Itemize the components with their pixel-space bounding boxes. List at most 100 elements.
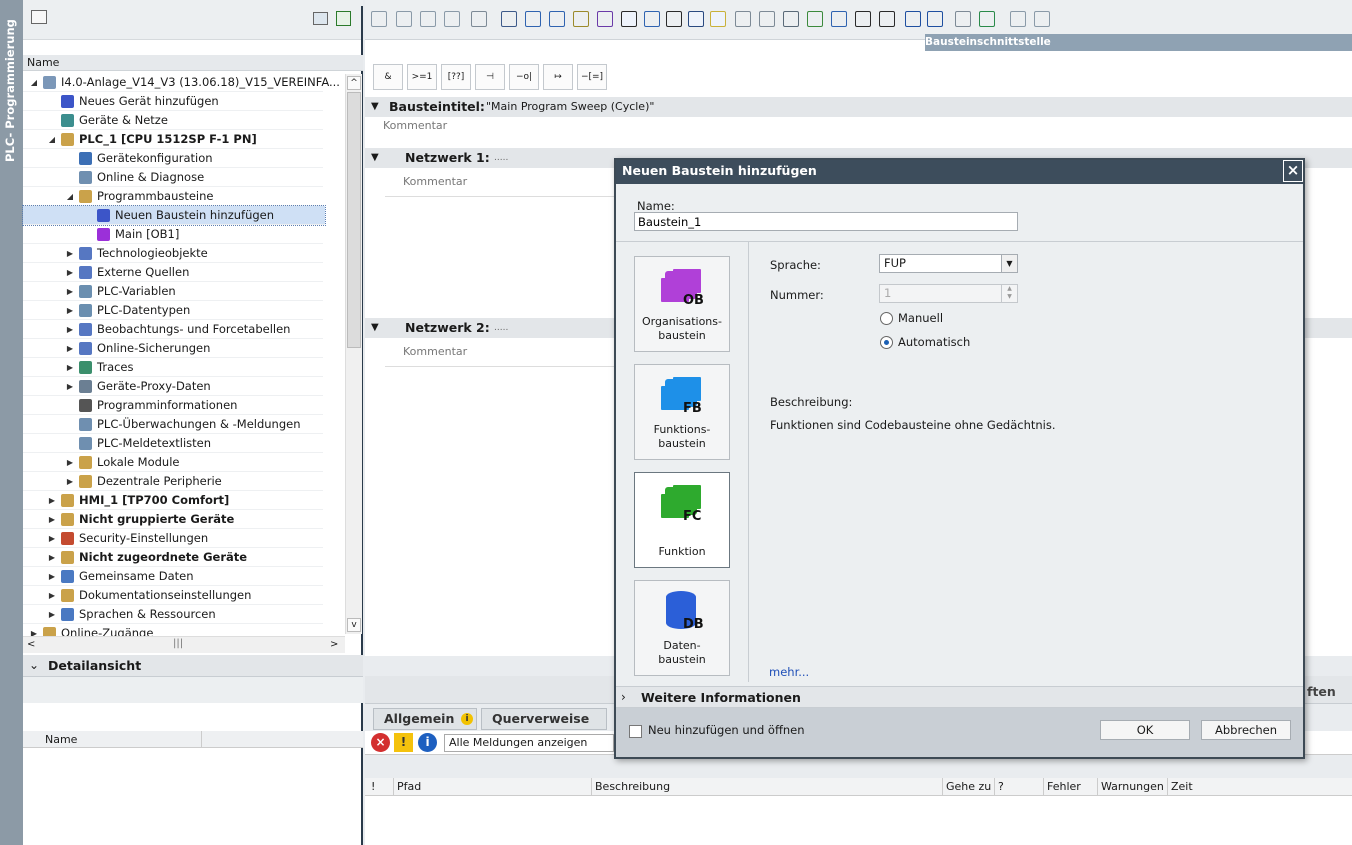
tree-item[interactable]: ▶ Dezentrale Peripherie (23, 472, 323, 491)
logic-element-button[interactable]: & (373, 64, 403, 90)
logic-element-button[interactable]: −[=] (577, 64, 607, 90)
toolbar-button-icon[interactable] (420, 11, 436, 27)
column-header[interactable]: Beschreibung (595, 780, 670, 793)
toolbar-button-icon[interactable] (549, 11, 565, 27)
toolbar-button-icon[interactable] (644, 11, 660, 27)
logic-element-button[interactable]: [??] (441, 64, 471, 90)
toolbar-button-icon[interactable] (710, 11, 726, 27)
tree-item[interactable]: ▶ Dokumentationseinstellungen (23, 586, 323, 605)
toolbar-button-icon[interactable] (759, 11, 775, 27)
collapsed-arrow-icon[interactable]: ▶ (65, 472, 75, 491)
toolbar-button-icon[interactable] (666, 11, 682, 27)
collapsed-arrow-icon[interactable]: ▶ (65, 244, 75, 263)
add-open-checkbox[interactable] (629, 725, 642, 738)
toolbar-button-icon[interactable] (525, 11, 541, 27)
toolbar-button-icon[interactable] (831, 11, 847, 27)
tree-item[interactable]: Neues Gerät hinzufügen (23, 92, 323, 111)
portal-side-tab[interactable]: PLC- Programmierung (0, 0, 23, 845)
tree-sync-icon[interactable] (336, 11, 351, 26)
tree-item[interactable]: Online & Diagnose (23, 168, 323, 187)
tree-item[interactable]: ▶ Nicht gruppierte Geräte (23, 510, 323, 529)
toolbar-button-icon[interactable] (471, 11, 487, 27)
tree-item[interactable]: Neuen Baustein hinzufügen (22, 205, 326, 226)
tree-item[interactable]: ▶ Traces (23, 358, 323, 377)
chevron-down-icon[interactable]: ▼ (371, 318, 379, 338)
logic-element-button[interactable]: ↦ (543, 64, 573, 90)
tree-home-icon[interactable] (31, 10, 47, 24)
automatic-radio[interactable] (880, 336, 893, 349)
toolbar-button-icon[interactable] (501, 11, 517, 27)
block-type-fb-button[interactable]: FB Funktions-baustein (634, 364, 730, 460)
chevron-down-icon[interactable]: ▼ (1001, 255, 1017, 272)
number-stepper[interactable]: 1 ▲ ▼ (879, 284, 1018, 303)
toolbar-button-icon[interactable] (855, 11, 871, 27)
language-select[interactable]: FUP ▼ (879, 254, 1018, 273)
ok-button[interactable]: OK (1100, 720, 1190, 740)
logic-element-button[interactable]: >=1 (407, 64, 437, 90)
more-link[interactable]: mehr... (769, 665, 809, 679)
more-info-header[interactable]: › Weitere Informationen (616, 686, 1303, 708)
toolbar-button-icon[interactable] (396, 11, 412, 27)
expanded-arrow-icon[interactable]: ◢ (47, 130, 57, 149)
tree-item[interactable]: ▶ Security-Einstellungen (23, 529, 323, 548)
toolbar-button-icon[interactable] (597, 11, 613, 27)
toolbar-button-icon[interactable] (927, 11, 943, 27)
tree-item[interactable]: ▶ Externe Quellen (23, 263, 323, 282)
collapsed-arrow-icon[interactable]: ▶ (65, 263, 75, 282)
collapsed-arrow-icon[interactable]: ▶ (47, 491, 57, 510)
tree-item[interactable]: ▶ HMI_1 [TP700 Comfort] (23, 491, 323, 510)
column-header[interactable]: Zeit (1171, 780, 1193, 793)
tree-view-icon[interactable] (313, 12, 328, 25)
toolbar-button-icon[interactable] (735, 11, 751, 27)
tree-item[interactable]: Geräte & Netze (23, 111, 323, 130)
collapsed-arrow-icon[interactable]: ▶ (65, 320, 75, 339)
block-name-input[interactable] (634, 212, 1018, 231)
tree-item[interactable]: ◢ I4.0-Anlage_V14_V3 (13.06.18)_V15_VEREI… (23, 73, 340, 92)
tree-item[interactable]: ▶ PLC-Datentypen (23, 301, 323, 320)
block-title-value[interactable]: "Main Program Sweep (Cycle)" (486, 97, 654, 117)
toolbar-button-icon[interactable] (783, 11, 799, 27)
tree-item[interactable]: ▶ Gemeinsame Daten (23, 567, 323, 586)
tab-general[interactable]: Allgemein i (373, 708, 477, 730)
collapsed-arrow-icon[interactable]: ▶ (65, 453, 75, 472)
column-header[interactable]: Gehe zu (946, 780, 991, 793)
toolbar-button-icon[interactable] (807, 11, 823, 27)
info-filter-icon[interactable]: i (418, 733, 437, 752)
toolbar-button-icon[interactable] (979, 11, 995, 27)
toolbar-button-icon[interactable] (955, 11, 971, 27)
toolbar-button-icon[interactable] (444, 11, 460, 27)
tree-item[interactable]: ◢ PLC_1 [CPU 1512SP F-1 PN] (23, 130, 323, 149)
tree-item[interactable]: Programminformationen (23, 396, 323, 415)
column-header[interactable]: ! (371, 780, 375, 793)
column-header[interactable]: ? (998, 780, 1004, 793)
tree-item[interactable]: PLC-Meldetextlisten (23, 434, 323, 453)
column-header[interactable]: Pfad (397, 780, 421, 793)
block-type-fc-button[interactable]: FC Funktion (634, 472, 730, 568)
block-interface-bar[interactable]: Bausteinschnittstelle (925, 34, 1352, 51)
toolbar-button-icon[interactable] (621, 11, 637, 27)
message-filter-select[interactable]: Alle Meldungen anzeigen (444, 734, 614, 752)
collapsed-arrow-icon[interactable]: ▶ (47, 548, 57, 567)
toolbar-button-icon[interactable] (905, 11, 921, 27)
cancel-button[interactable]: Abbrechen (1201, 720, 1291, 740)
block-comment[interactable]: Kommentar (383, 119, 447, 132)
toolbar-button-icon[interactable] (1010, 11, 1026, 27)
toolbar-button-icon[interactable] (688, 11, 704, 27)
collapsed-arrow-icon[interactable]: ▶ (65, 301, 75, 320)
collapsed-arrow-icon[interactable]: ▶ (65, 339, 75, 358)
collapsed-arrow-icon[interactable]: ▶ (65, 282, 75, 301)
tree-item[interactable]: ▶ PLC-Variablen (23, 282, 323, 301)
collapsed-arrow-icon[interactable]: ▶ (47, 605, 57, 624)
tab-cross-references[interactable]: Querverweise (481, 708, 607, 730)
chevron-down-icon[interactable]: ⌄ (29, 658, 39, 672)
toolbar-button-icon[interactable] (573, 11, 589, 27)
close-icon[interactable]: × (1283, 160, 1303, 182)
tree-item[interactable]: ▶ Sprachen & Ressourcen (23, 605, 323, 624)
warning-filter-icon[interactable]: ! (394, 733, 413, 752)
network-2-comment[interactable]: Kommentar (403, 345, 467, 358)
column-header[interactable]: Fehler (1047, 780, 1081, 793)
tree-hscroll[interactable]: < ||| > (23, 636, 345, 653)
tree-item[interactable]: ▶ Online-Sicherungen (23, 339, 323, 358)
tree-item[interactable]: ▶ Lokale Module (23, 453, 323, 472)
tree-vscroll[interactable]: ^ v (345, 74, 362, 634)
